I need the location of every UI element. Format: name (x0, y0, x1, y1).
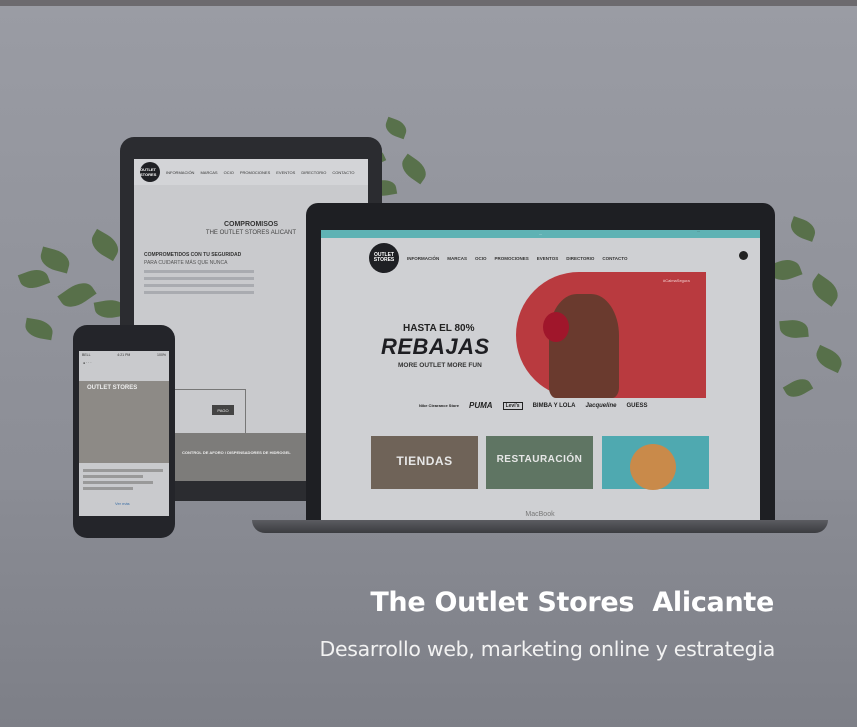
laptop-brand-label: MacBook (525, 511, 555, 518)
hero-model-photo (549, 294, 619, 398)
search-icon[interactable] (739, 251, 748, 260)
laptop-screen: ... ... OUTLET STORES INFORMACIÓN MARCAS… (321, 230, 760, 523)
hero-tag: #CalmaSegura (663, 278, 690, 283)
laptop-base: MacBook (252, 511, 828, 533)
brand-logo[interactable]: PUMA (469, 401, 493, 410)
nav-item[interactable]: PROMOCIONES (495, 256, 529, 261)
project-subtitle: Desarrollo web, marketing online y estra… (319, 637, 775, 661)
brand-logo[interactable]: Jacqueline (585, 403, 616, 409)
text-line (144, 270, 254, 273)
tile-label: TIENDAS (396, 454, 453, 468)
project-title: The Outlet Stores Alicante (370, 587, 774, 618)
post-caption (83, 469, 163, 493)
nav-item[interactable]: DIRECTORIO (566, 256, 594, 261)
post-image[interactable] (79, 381, 169, 463)
instagram-post-header: ● · · · (83, 361, 92, 365)
status-carrier: BELL (82, 353, 91, 357)
top-right-link[interactable]: ... (697, 230, 700, 233)
tablet-footer-text: CONTROL DE AFORO / DISPENSADORES DE HIDR… (182, 450, 291, 455)
status-time: 4:21 PM (117, 353, 131, 357)
tablet-nav-item[interactable]: MARCAS (200, 170, 217, 175)
tile-label: RESTAURACIÓN (496, 454, 583, 465)
nav-item[interactable]: INFORMACIÓN (407, 256, 439, 261)
brand-logo[interactable]: Levi's (502, 401, 523, 410)
tablet-nav-item[interactable]: INFORMACIÓN (166, 170, 194, 175)
phone-status-bar: BELL 4:21 PM 100% (79, 351, 169, 359)
flower-decoration (543, 312, 569, 342)
hero-tagline: MORE OUTLET MORE FUN (398, 362, 482, 369)
site-logo[interactable]: OUTLET STORES (369, 243, 399, 273)
tablet-logo[interactable]: OUTLET STORES (140, 162, 160, 182)
tablet-nav: OUTLET STORES INFORMACIÓN MARCAS OCIO PR… (134, 159, 368, 185)
text-line (144, 291, 254, 294)
tile-restaurants[interactable]: RESTAURACIÓN (486, 436, 593, 489)
nav-item[interactable]: EVENTOS (537, 256, 558, 261)
tablet-nav-item[interactable]: OCIO (224, 170, 234, 175)
hat-photo (630, 444, 676, 490)
laptop-device: ... ... OUTLET STORES INFORMACIÓN MARCAS… (306, 203, 775, 523)
tablet-nav-item[interactable]: PROMOCIONES (240, 170, 270, 175)
text-line (144, 284, 254, 287)
tablet-nav-item[interactable]: EVENTOS (276, 170, 295, 175)
announcement-strip[interactable]: ... (321, 230, 760, 238)
hero-discount: HASTA EL 80% (403, 323, 475, 334)
tile-shops[interactable]: TIENDAS (371, 436, 478, 489)
project-showcase: OUTLET STORES INFORMACIÓN MARCAS OCIO PR… (0, 0, 857, 727)
phone-device: BELL 4:21 PM 100% ● · · · OUTLET STORES … (73, 325, 175, 538)
status-battery: 100% (157, 353, 166, 357)
nav-item[interactable]: MARCAS (447, 256, 467, 261)
tablet-pay-button[interactable]: PAGO (212, 405, 234, 415)
nav-item[interactable]: OCIO (475, 256, 487, 261)
tablet-nav-item[interactable]: CONTACTO (332, 170, 354, 175)
see-more-link[interactable]: Ver más (115, 501, 130, 506)
hero-headline: REBAJAS (381, 334, 490, 359)
brand-logo[interactable]: BIMBA Y LOLA (533, 403, 576, 409)
tile-leisure[interactable] (602, 436, 709, 490)
brand-logo[interactable]: GUESS (626, 403, 647, 409)
text-line (144, 277, 254, 280)
tablet-nav-item[interactable]: DIRECTORIO (301, 170, 326, 175)
phone-screen: BELL 4:21 PM 100% ● · · · OUTLET STORES … (79, 351, 169, 516)
tablet-form (174, 389, 246, 437)
brand-logos: Nike Clearance Store PUMA Levi's BIMBA Y… (419, 401, 648, 410)
brand-logo[interactable]: Nike Clearance Store (419, 403, 459, 408)
nav-item[interactable]: CONTACTO (602, 256, 627, 261)
post-image-text: OUTLET STORES (87, 385, 138, 391)
top-edge (0, 0, 857, 6)
